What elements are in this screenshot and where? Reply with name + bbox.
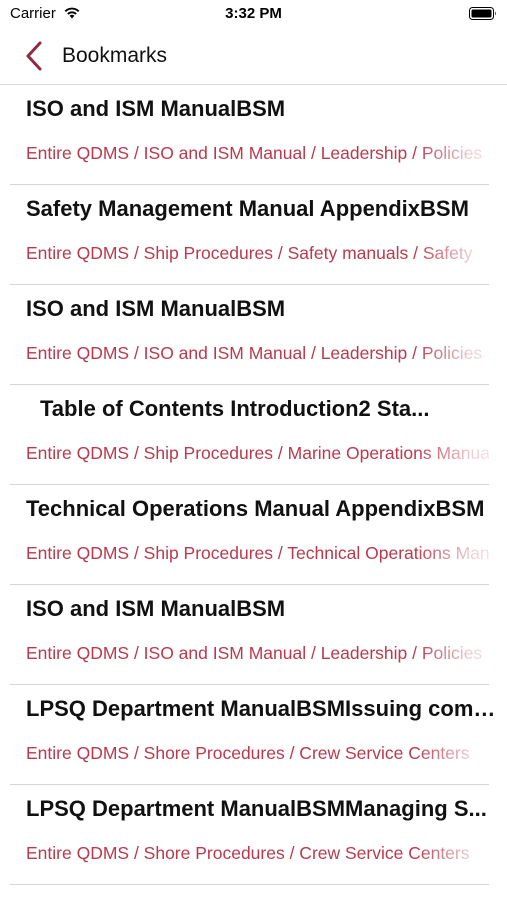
bookmark-item[interactable]: ISO and ISM ManualBSM Entire QDMS / ISO … bbox=[0, 285, 507, 385]
back-chevron-icon[interactable] bbox=[20, 40, 48, 72]
bookmark-title: Safety Management Manual AppendixBSM bbox=[26, 196, 469, 221]
bookmark-path: Entire QDMS / Ship Procedures / Marine O… bbox=[26, 443, 489, 463]
bookmark-path: Entire QDMS / Shore Procedures / Crew Se… bbox=[26, 743, 470, 763]
bookmark-path: Entire QDMS / Ship Procedures / Safety m… bbox=[26, 243, 473, 263]
bookmark-title: ISO and ISM ManualBSM bbox=[26, 296, 286, 321]
bookmark-path: Entire QDMS / ISO and ISM Manual / Leade… bbox=[26, 343, 483, 363]
bookmark-title: LPSQ Department ManualBSMManaging S... bbox=[26, 796, 487, 821]
bookmark-item[interactable]: Technical Operations Manual AppendixBSM … bbox=[0, 485, 507, 585]
bookmark-title: Table of Contents Introduction2 Sta... bbox=[40, 396, 430, 421]
status-bar: Carrier 3:32 PM bbox=[0, 0, 507, 28]
bookmark-title: LPSQ Department ManualBSMIssuing comp... bbox=[26, 696, 497, 721]
bookmark-item[interactable]: LPSQ Department ManualBSMManaging S... E… bbox=[0, 785, 507, 885]
bookmark-item[interactable]: LPSQ Department ManualBSMIssuing comp...… bbox=[0, 685, 507, 785]
page-title: Bookmarks bbox=[62, 44, 168, 67]
navigation-bar: Bookmarks bbox=[0, 28, 507, 85]
bookmark-item[interactable]: ISO and ISM ManualBSM Entire QDMS / ISO … bbox=[0, 585, 507, 685]
bookmark-title: ISO and ISM ManualBSM bbox=[26, 96, 286, 121]
bookmark-item[interactable]: Safety Management Manual AppendixBSM Ent… bbox=[0, 185, 507, 285]
bookmark-path: Entire QDMS / ISO and ISM Manual / Leade… bbox=[26, 643, 483, 663]
bookmark-list: ISO and ISM ManualBSM Entire QDMS / ISO … bbox=[0, 85, 507, 885]
battery-icon bbox=[469, 7, 496, 20]
bookmark-item[interactable]: ISO and ISM ManualBSM Entire QDMS / ISO … bbox=[0, 85, 507, 185]
bookmark-path: Entire QDMS / Ship Procedures / Technica… bbox=[26, 543, 489, 563]
bookmark-path: Entire QDMS / ISO and ISM Manual / Leade… bbox=[26, 143, 483, 163]
bookmark-item[interactable]: Table of Contents Introduction2 Sta... E… bbox=[0, 385, 507, 485]
clock-time: 3:32 PM bbox=[225, 5, 282, 22]
bookmark-path: Entire QDMS / Shore Procedures / Crew Se… bbox=[26, 843, 470, 863]
bookmark-title: ISO and ISM ManualBSM bbox=[26, 596, 286, 621]
bookmark-title: Technical Operations Manual AppendixBSM bbox=[26, 496, 485, 521]
